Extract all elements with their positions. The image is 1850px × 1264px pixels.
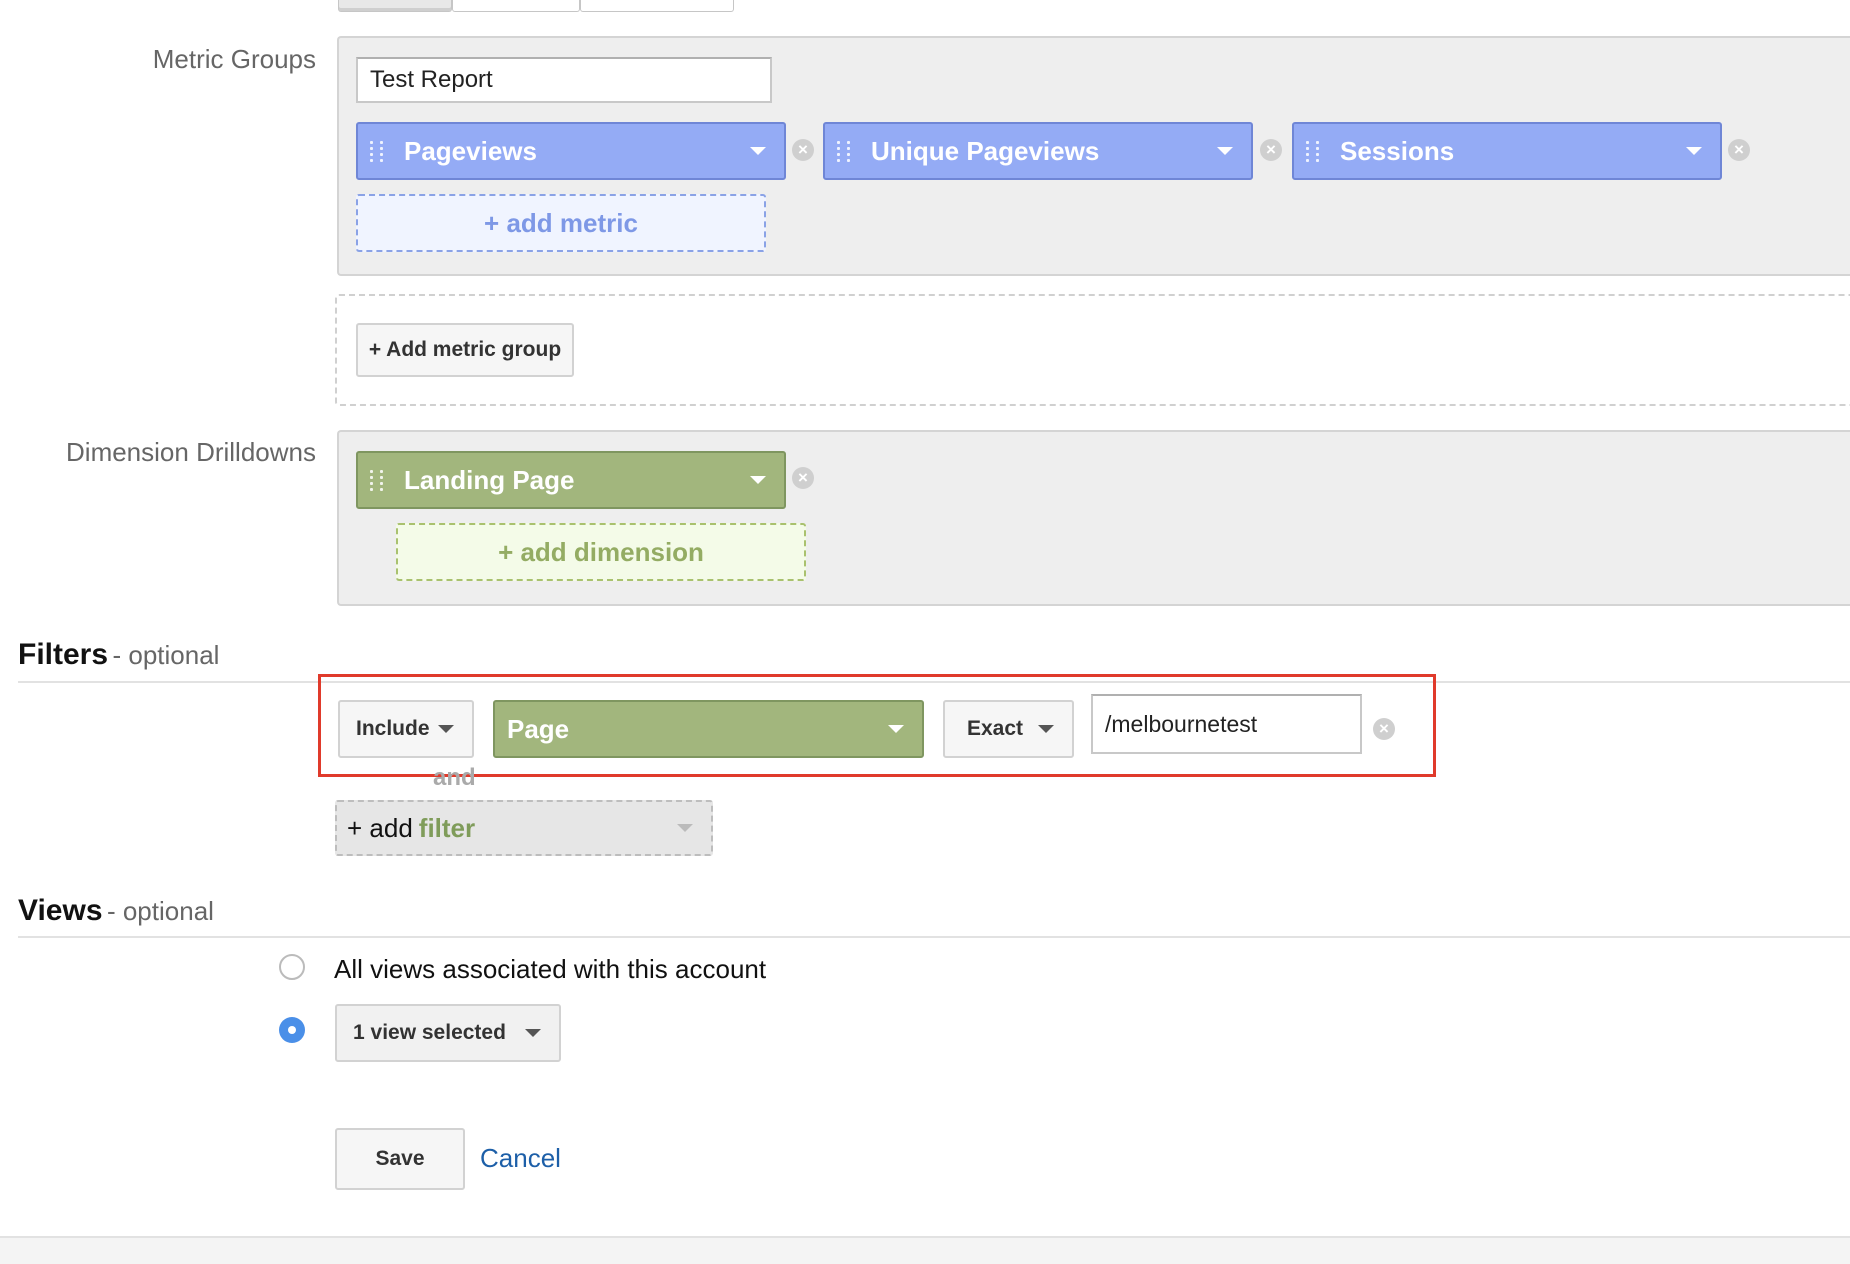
metric-chip-label: Unique Pageviews: [871, 135, 1100, 166]
filters-title: Filters: [18, 638, 109, 671]
view-selector-dropdown[interactable]: 1 view selected: [335, 1004, 561, 1062]
remove-circle-icon[interactable]: ×: [792, 467, 814, 489]
drag-handle-icon[interactable]: [837, 140, 855, 162]
filter-include-label: Include: [356, 717, 430, 740]
dimension-drilldowns-label: Dimension Drilldowns: [66, 437, 316, 467]
metric-chip-label: Sessions: [1340, 135, 1455, 166]
footer-strip: [0, 1236, 1850, 1264]
save-button[interactable]: Save: [335, 1128, 465, 1190]
metric-group-name-input[interactable]: [356, 57, 772, 103]
metric-chip-unique-pageviews[interactable]: Unique Pageviews: [823, 122, 1253, 180]
caret-down-icon: [438, 725, 454, 733]
cancel-link[interactable]: Cancel: [480, 1143, 561, 1174]
top-tab-3[interactable]: [580, 0, 734, 12]
metric-chip-pageviews[interactable]: Pageviews: [356, 122, 786, 180]
views-title: Views: [18, 894, 103, 927]
filter-include-dropdown[interactable]: Include: [338, 700, 474, 758]
filter-value-input[interactable]: [1091, 694, 1362, 754]
remove-circle-icon[interactable]: ×: [792, 139, 814, 161]
caret-down-icon: [1038, 725, 1054, 733]
add-metric-group-button[interactable]: + Add metric group: [356, 323, 574, 377]
drag-handle-icon[interactable]: [370, 469, 388, 491]
filter-dimension-dropdown[interactable]: Page: [493, 700, 924, 758]
remove-circle-icon[interactable]: ×: [1728, 139, 1750, 161]
metric-chip-sessions[interactable]: Sessions: [1292, 122, 1722, 180]
views-subtitle: - optional: [106, 896, 214, 926]
add-dimension-button[interactable]: + add dimension: [396, 523, 806, 581]
filter-dimension-label: Page: [507, 713, 570, 744]
caret-down-icon: [750, 147, 766, 155]
dimension-chip-landing-page[interactable]: Landing Page: [356, 451, 786, 509]
caret-down-icon: [1217, 147, 1233, 155]
drag-handle-icon[interactable]: [1306, 140, 1324, 162]
all-views-label: All views associated with this account: [334, 954, 767, 984]
view-selector-label: 1 view selected: [353, 1021, 506, 1044]
filters-heading: Filters - optional: [18, 638, 219, 672]
drag-handle-icon[interactable]: [370, 140, 388, 162]
dimension-chip-label: Landing Page: [404, 464, 575, 495]
radio-all-views[interactable]: [279, 954, 305, 980]
remove-circle-icon[interactable]: ×: [1260, 139, 1282, 161]
radio-selected-views[interactable]: [279, 1017, 305, 1043]
top-tab-strip: [338, 0, 734, 12]
views-heading: Views - optional: [18, 894, 214, 928]
caret-down-icon: [677, 824, 693, 832]
metric-chip-label: Pageviews: [404, 135, 537, 166]
caret-down-icon: [750, 476, 766, 484]
filter-match-dropdown[interactable]: Exact: [943, 700, 1074, 758]
metric-groups-label: Metric Groups: [152, 44, 316, 74]
remove-circle-icon[interactable]: ×: [1373, 718, 1395, 740]
add-metric-button[interactable]: + add metric: [356, 194, 766, 252]
add-filter-prefix: + add: [347, 812, 413, 843]
views-divider: [18, 936, 1850, 938]
caret-down-icon: [1686, 147, 1702, 155]
add-filter-word: filter: [418, 812, 476, 843]
top-tab-1[interactable]: [338, 0, 452, 12]
caret-down-icon: [525, 1029, 541, 1037]
filter-and-label: and: [433, 764, 476, 791]
filter-match-label: Exact: [967, 717, 1024, 740]
top-tab-2[interactable]: [452, 0, 580, 12]
add-filter-button[interactable]: + add filter: [335, 800, 713, 856]
caret-down-icon: [888, 725, 904, 733]
filters-subtitle: - optional: [112, 640, 220, 670]
